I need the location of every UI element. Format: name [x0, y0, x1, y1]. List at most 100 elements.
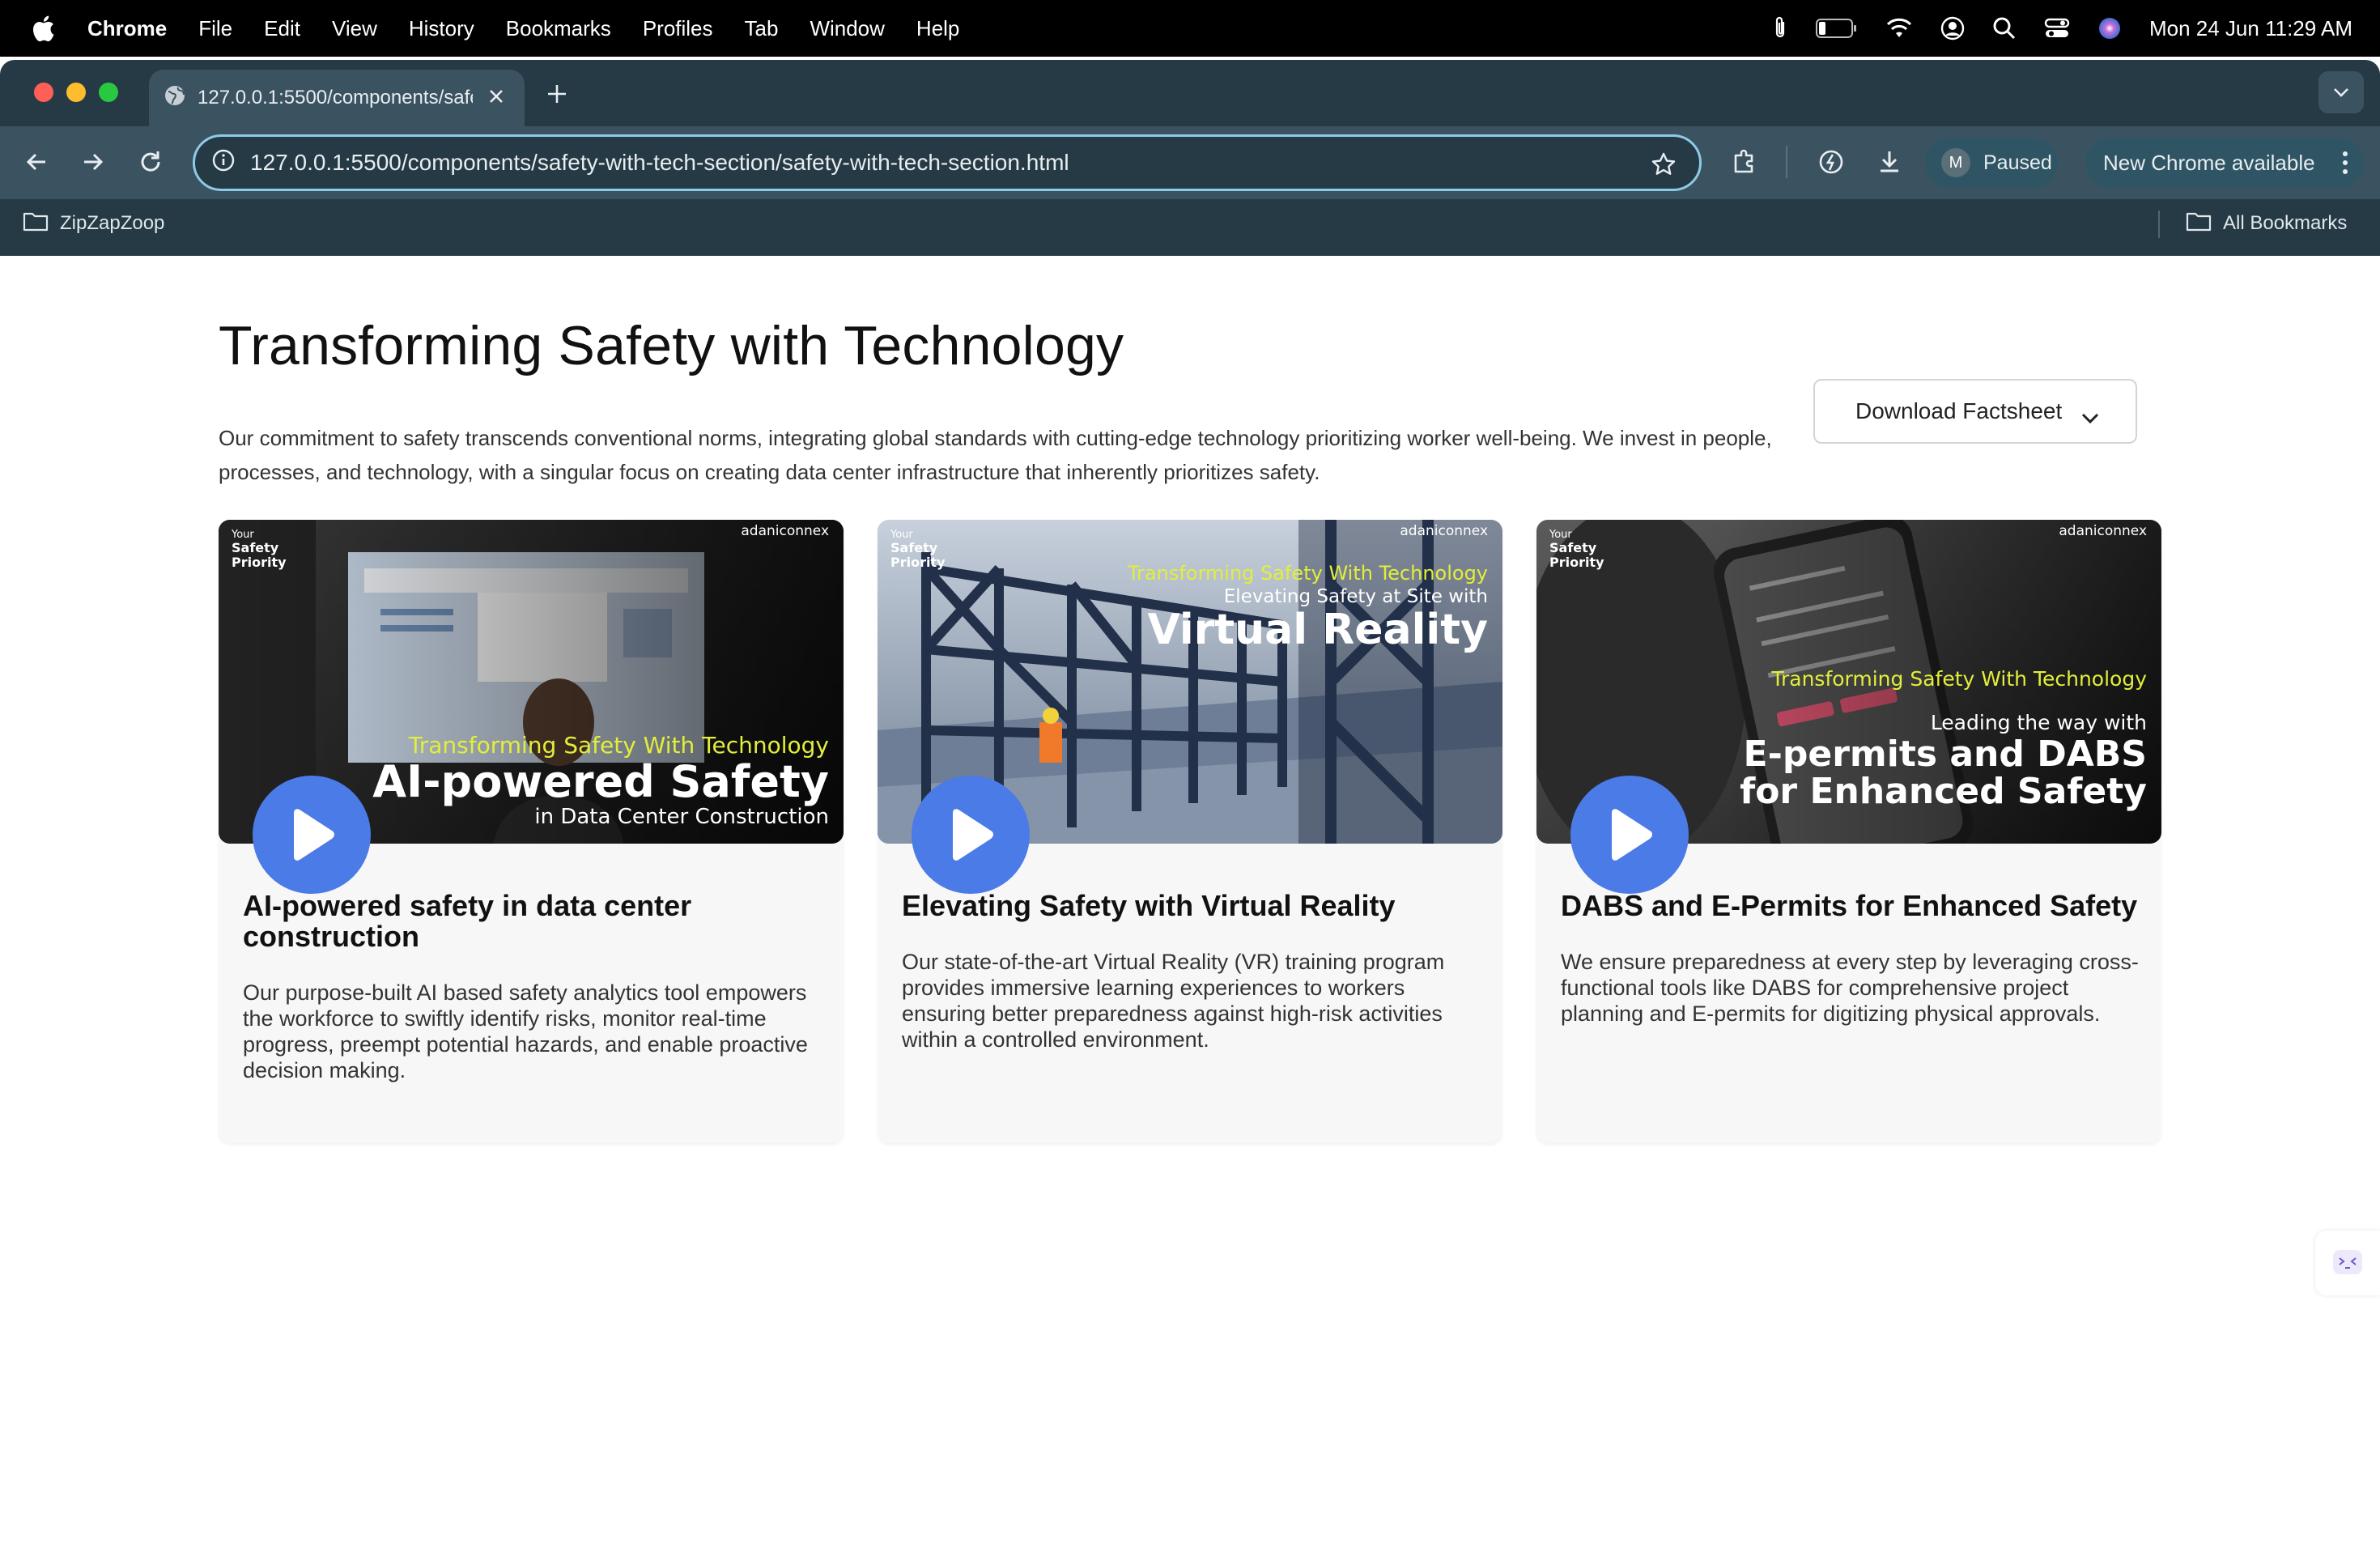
- thumb-headline: Virtual Reality: [1147, 606, 1489, 654]
- thumb-brand: adaniconnex: [2059, 523, 2147, 539]
- minimize-window-button[interactable]: [66, 83, 86, 102]
- address-bar[interactable]: 127.0.0.1:5500/components/safety-with-te…: [193, 134, 1702, 191]
- globe-icon: [164, 84, 186, 113]
- macos-menubar: Chrome File Edit View History Bookmarks …: [0, 0, 2380, 57]
- chevron-down-icon: [2080, 405, 2100, 431]
- menu-help[interactable]: Help: [916, 16, 959, 41]
- update-chrome-label: New Chrome available: [2103, 150, 2315, 175]
- menu-tab[interactable]: Tab: [745, 16, 779, 41]
- profile-status: Paused: [1983, 151, 2052, 174]
- svg-text:Safety: Safety: [232, 540, 279, 555]
- thumb-subline: Elevating Safety at Site with: [1223, 586, 1488, 607]
- browser-toolbar: 127.0.0.1:5500/components/safety-with-te…: [0, 126, 2380, 199]
- safety-card-dabs[interactable]: Your Safety Priority adaniconnex Transfo…: [1536, 520, 2161, 1143]
- apple-icon[interactable]: [31, 15, 55, 42]
- card-title: Elevating Safety with Virtual Reality: [902, 889, 1396, 922]
- menu-app-chrome[interactable]: Chrome: [87, 16, 167, 41]
- battery-icon[interactable]: [1815, 18, 1858, 39]
- new-tab-plus-icon[interactable]: [546, 83, 568, 109]
- close-window-button[interactable]: [34, 83, 53, 102]
- section-intro: Our commitment to safety transcends conv…: [219, 426, 1772, 484]
- bookmarks-divider: [2158, 211, 2160, 238]
- card-description: Our purpose-built AI based safety analyt…: [243, 980, 808, 1082]
- close-icon[interactable]: [486, 86, 507, 113]
- maximize-window-button[interactable]: [99, 83, 118, 102]
- back-arrow-icon[interactable]: [23, 147, 52, 181]
- thumb-brand: adaniconnex: [741, 523, 829, 539]
- thumb-kicker: Transforming Safety With Technology: [1771, 667, 2147, 691]
- folder-icon: [23, 211, 49, 237]
- browser-frame: 127.0.0.1:5500/components/safety-with-te…: [0, 60, 2380, 256]
- menu-history[interactable]: History: [409, 16, 474, 41]
- thumb-headline-2: for Enhanced Safety: [1740, 771, 2147, 812]
- downloads-icon[interactable]: [1875, 147, 1904, 181]
- url-text[interactable]: 127.0.0.1:5500/components/safety-with-te…: [250, 150, 1069, 176]
- kebab-menu-icon[interactable]: [2341, 151, 2349, 181]
- profile-button[interactable]: M Paused: [1925, 138, 2058, 188]
- menu-edit[interactable]: Edit: [264, 16, 300, 41]
- bookmark-folder-label: ZipZapZoop: [60, 212, 165, 234]
- thumb-subline: Leading the way with: [1930, 711, 2147, 734]
- user-account-icon[interactable]: [1940, 16, 1965, 40]
- thumb-headline: E-permits and DABS: [1743, 734, 2147, 775]
- reload-icon[interactable]: [136, 147, 165, 181]
- toolbar-divider: [1786, 146, 1787, 178]
- spotlight-search-icon[interactable]: [1992, 16, 2017, 40]
- all-bookmarks-button[interactable]: All Bookmarks: [2186, 199, 2347, 248]
- play-icon: [1612, 809, 1652, 861]
- thumb-kicker: Transforming Safety With Technology: [1127, 562, 1488, 585]
- clock-datetime[interactable]: Mon 24 Jun 11:29 AM: [2149, 16, 2352, 41]
- bookmarks-bar: ZipZapZoop All Bookmarks: [0, 199, 2380, 256]
- extensions-puzzle-icon[interactable]: [1731, 147, 1760, 181]
- update-chrome-button[interactable]: New Chrome available: [2085, 138, 2364, 188]
- menu-window[interactable]: Window: [810, 16, 884, 41]
- play-icon: [294, 809, 334, 861]
- svg-text:Safety: Safety: [1549, 540, 1597, 555]
- siri-icon[interactable]: [2097, 16, 2122, 40]
- all-bookmarks-label: All Bookmarks: [2223, 212, 2348, 234]
- thumb-headline: AI-powered Safety: [372, 756, 829, 807]
- performance-icon[interactable]: [1817, 147, 1846, 181]
- play-button[interactable]: [912, 776, 1030, 894]
- svg-text:Your: Your: [890, 529, 913, 541]
- card-title: AI-powered safety in data center constru…: [243, 889, 692, 953]
- menu-file[interactable]: File: [198, 16, 232, 41]
- bookmark-star-icon[interactable]: [1651, 151, 1677, 183]
- download-factsheet-dropdown[interactable]: Download Factsheet: [1813, 379, 2137, 444]
- play-icon: [953, 809, 993, 861]
- paperclip-icon[interactable]: [1772, 15, 1788, 41]
- profile-avatar: M: [1941, 148, 1970, 177]
- tab-active[interactable]: 127.0.0.1:5500/components/safety-with-te…: [149, 70, 525, 126]
- menu-profiles[interactable]: Profiles: [643, 16, 713, 41]
- page-content: Transforming Safety with Technology Our …: [0, 256, 2380, 1548]
- play-button[interactable]: [253, 776, 371, 894]
- safety-card-ai[interactable]: Your Safety Priority adaniconnex Transfo…: [219, 520, 844, 1143]
- card-title: DABS and E-Permits for Enhanced Safety: [1561, 889, 2138, 922]
- thumb-kicker: Transforming Safety With Technology: [408, 732, 829, 759]
- thumb-subline: in Data Center Construction: [534, 805, 829, 829]
- svg-text:Priority: Priority: [232, 555, 287, 570]
- control-center-icon[interactable]: [2044, 17, 2070, 40]
- site-info-icon[interactable]: [211, 148, 236, 178]
- wifi-icon[interactable]: [1885, 18, 1913, 39]
- menu-view[interactable]: View: [332, 16, 377, 41]
- thumb-brand: adaniconnex: [1400, 523, 1488, 539]
- bookmark-folder-zipzapzoop[interactable]: ZipZapZoop: [23, 199, 164, 248]
- svg-text:Priority: Priority: [890, 555, 946, 570]
- tab-search-chevron-icon[interactable]: [2318, 71, 2364, 113]
- card-description: Our state-of-the-art Virtual Reality (VR…: [902, 950, 1445, 1052]
- card-description: We ensure preparedness at every step by …: [1561, 950, 2139, 1026]
- svg-text:Priority: Priority: [1549, 555, 1604, 570]
- menu-bookmarks[interactable]: Bookmarks: [506, 16, 611, 41]
- download-factsheet-label: Download Factsheet: [1855, 398, 2063, 423]
- folder-icon: [2186, 211, 2212, 237]
- tab-strip: 127.0.0.1:5500/components/safety-with-te…: [0, 60, 2380, 126]
- devtools-widget-icon[interactable]: [2315, 1231, 2380, 1295]
- play-button[interactable]: [1570, 776, 1689, 894]
- section-title: Transforming Safety with Technology: [219, 315, 1124, 376]
- svg-text:Your: Your: [231, 529, 254, 541]
- tab-title: 127.0.0.1:5500/components/safety-with-te…: [198, 87, 473, 108]
- svg-text:Safety: Safety: [890, 540, 938, 555]
- forward-arrow-icon[interactable]: [78, 147, 107, 181]
- safety-card-vr[interactable]: Your Safety Priority adaniconnex Transfo…: [878, 520, 1502, 1143]
